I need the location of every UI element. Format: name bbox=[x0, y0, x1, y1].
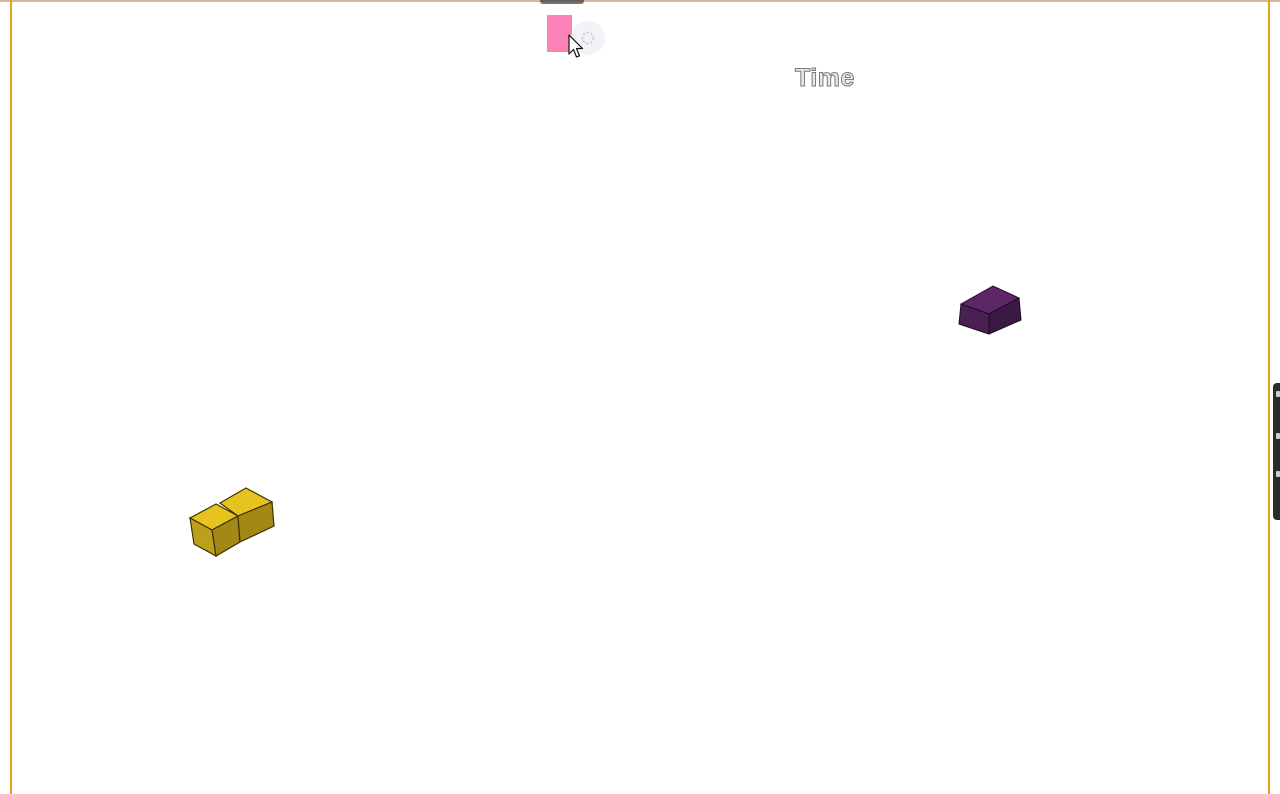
side-panel-handle[interactable] bbox=[1273, 383, 1280, 520]
time-label: Time bbox=[795, 64, 855, 93]
top-edge-chip bbox=[540, 0, 584, 4]
frame-top-border bbox=[0, 0, 1280, 2]
handle-grip bbox=[1276, 471, 1280, 477]
frame-right-border bbox=[1268, 0, 1270, 794]
handle-grip bbox=[1276, 433, 1280, 439]
frame-left-border bbox=[10, 0, 12, 794]
game-canvas[interactable]: Time bbox=[0, 0, 1280, 794]
arrow-cursor-icon bbox=[568, 34, 584, 58]
yellow-domino-piece[interactable] bbox=[186, 484, 282, 560]
purple-block-piece[interactable] bbox=[955, 282, 1025, 340]
handle-grip bbox=[1276, 391, 1280, 397]
